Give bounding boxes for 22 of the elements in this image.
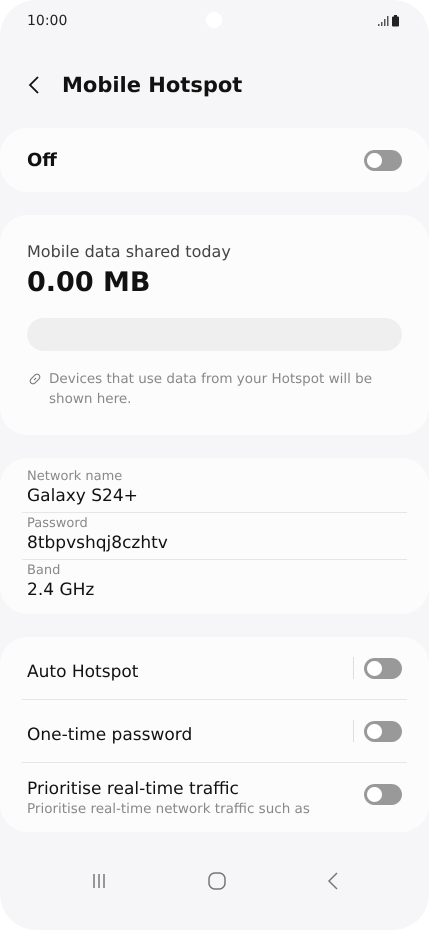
network-setting-item[interactable]: Password 8tbpvshqj8czhtv — [22, 513, 407, 559]
option-toggle[interactable] — [364, 720, 402, 742]
chevron-left-icon — [28, 75, 40, 95]
hotspot-status-label: Off — [27, 150, 57, 170]
option-title: One-time password — [27, 725, 194, 745]
page-title: Mobile Hotspot — [62, 73, 242, 97]
hotspot-toggle[interactable] — [364, 150, 402, 170]
option-toggle[interactable] — [364, 784, 402, 804]
option-title: Prioritise real-time traffic — [27, 779, 240, 799]
link-icon — [27, 371, 43, 387]
option-title: Auto Hotspot — [27, 662, 140, 682]
status-time: 10:00 — [27, 13, 68, 29]
devices-note: Devices that use data from your Hotspot will be shown here. — [49, 370, 374, 409]
home-icon[interactable] — [206, 871, 226, 891]
option-toggle[interactable] — [364, 658, 402, 678]
network-setting-item[interactable]: Band 2.4 GHz — [22, 560, 407, 606]
back-nav-icon[interactable] — [326, 871, 340, 891]
signal-battery-icon — [378, 15, 402, 27]
usage-label: Mobile data shared today — [27, 242, 232, 261]
network-setting-item[interactable]: Network name Galaxy S24+ — [22, 466, 407, 512]
option-description: Prioritise real-time network traffic such as — [27, 801, 311, 817]
usage-amount: 0.00 MB — [27, 267, 152, 298]
